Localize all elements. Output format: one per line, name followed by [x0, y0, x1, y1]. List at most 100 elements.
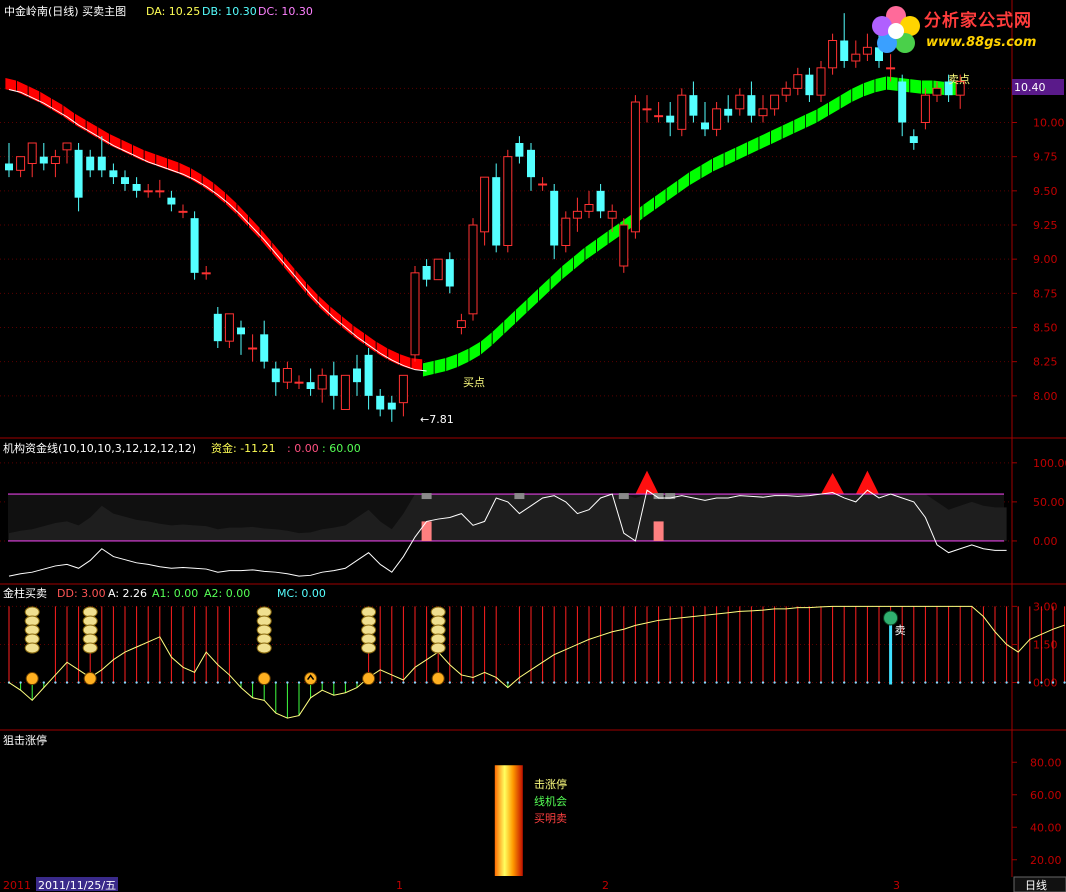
ribbon-up-segment: [677, 170, 690, 195]
zero-dot: [715, 681, 718, 684]
zero-dot: [402, 681, 405, 684]
zero-dot: [506, 681, 509, 684]
coin-stack-icon: [430, 606, 446, 686]
candle-up: [224, 313, 234, 342]
coin-base: [431, 672, 445, 686]
coin-stack-icon: [82, 606, 98, 686]
zero-dot: [42, 681, 45, 684]
candle-up: [16, 156, 26, 171]
zero-dot: [483, 681, 486, 684]
zero-dot: [692, 681, 695, 684]
ribbon-up-segment: [561, 255, 574, 281]
zero-dot: [750, 681, 753, 684]
zero-dot: [181, 681, 185, 684]
ribbon-up-segment: [468, 340, 482, 363]
candle-up: [282, 368, 292, 383]
fund-signal-marker: [618, 493, 629, 500]
zero-dot: [877, 681, 881, 684]
logo-url: www.88gs.com: [926, 35, 1037, 50]
fund-line-panel: 100.00 50.00 0.00: [0, 457, 1066, 577]
zero-dot: [935, 681, 939, 684]
dd-value: DD: 3.00: [57, 587, 106, 600]
ribbon-up-segment: [665, 179, 679, 203]
limit-tick-label: 80.00: [1030, 756, 1062, 769]
fund-strength-area: [9, 470, 1007, 495]
candle-down: [190, 218, 199, 273]
coin-base: [25, 672, 39, 686]
ribbon-up-segment: [747, 135, 760, 157]
zero-dot: [1028, 681, 1032, 684]
candle-up: [677, 94, 687, 130]
zero-dot: [1017, 681, 1020, 684]
zero-dot: [193, 681, 196, 684]
zero-dot: [970, 681, 973, 684]
buy-point-label: 买点: [463, 376, 485, 389]
zero-dot: [773, 681, 776, 684]
sell-signal-label: 卖: [895, 624, 906, 637]
price-tick-label: 9.50: [1033, 185, 1058, 198]
ribbon-up-segment: [921, 79, 934, 95]
candle-up: [456, 320, 466, 328]
ribbon-up-segment: [549, 265, 563, 292]
candlesticks: [5, 13, 965, 422]
zero-dot: [761, 681, 765, 684]
zero-dot: [286, 681, 289, 684]
candle-down: [840, 40, 849, 61]
zero-dot: [100, 681, 104, 684]
zero-dot: [796, 681, 799, 684]
zero-dot: [576, 681, 579, 684]
ribbon-up-segment: [839, 87, 853, 110]
sell-knob: [883, 610, 899, 626]
zero-dot: [1040, 681, 1043, 684]
candle-up: [27, 142, 37, 164]
ribbon-up-segment: [770, 124, 783, 146]
candle-down: [492, 177, 501, 246]
a1-value: A1: 0.00: [152, 587, 198, 600]
zero-dot: [912, 681, 915, 684]
low-price-label: ←7.81: [420, 413, 454, 426]
ribbon-up-segment: [863, 78, 876, 98]
candle-down: [724, 108, 733, 116]
month-1-label: 1: [396, 879, 403, 892]
zero-dot: [564, 681, 567, 684]
candle-down: [550, 190, 559, 246]
mc-value: MC: 0.00: [277, 587, 326, 600]
zero-dot: [866, 681, 869, 684]
zero-dot: [518, 681, 521, 684]
limit-tick-label: 20.00: [1030, 854, 1062, 867]
zero-dot: [228, 681, 231, 684]
ribbon-up-segment: [445, 352, 458, 373]
price-tick-label: 10.00: [1033, 117, 1065, 130]
candle-up: [712, 108, 722, 130]
coin: [256, 642, 272, 654]
zero-dot: [645, 681, 649, 684]
zero-dot: [669, 681, 672, 684]
zero-dot: [680, 681, 683, 684]
ribbon-up-segment: [515, 297, 528, 325]
ribbon-down-segment: [294, 267, 308, 296]
candle-down: [596, 190, 605, 212]
ribbon-up-segment: [456, 347, 470, 369]
candle-up: [155, 190, 165, 193]
fund-signal-block: [653, 521, 664, 541]
zero-dot: [1063, 681, 1066, 684]
zero-dot: [54, 681, 57, 684]
candle-down: [86, 156, 95, 171]
ribbon-down-segment: [236, 202, 250, 229]
up-arrow-icon: [304, 672, 318, 686]
candle-up: [410, 272, 420, 356]
ribbon-up-segment: [642, 195, 655, 220]
pillar-tick-label: 3.00: [1033, 600, 1058, 613]
candle-up: [584, 204, 594, 212]
candle-up: [816, 67, 826, 96]
limit-tick-label: 60.00: [1030, 789, 1062, 802]
candle-down: [353, 368, 361, 383]
candle-down: [747, 95, 756, 116]
zero-dot: [808, 681, 811, 684]
zero-dot: [738, 681, 741, 684]
candle-up: [793, 74, 803, 89]
fund-tick-label: 0.00: [1033, 535, 1058, 548]
coin-stack-icon: [256, 606, 272, 686]
candle-up: [143, 190, 153, 193]
zero-dot: [65, 681, 69, 684]
